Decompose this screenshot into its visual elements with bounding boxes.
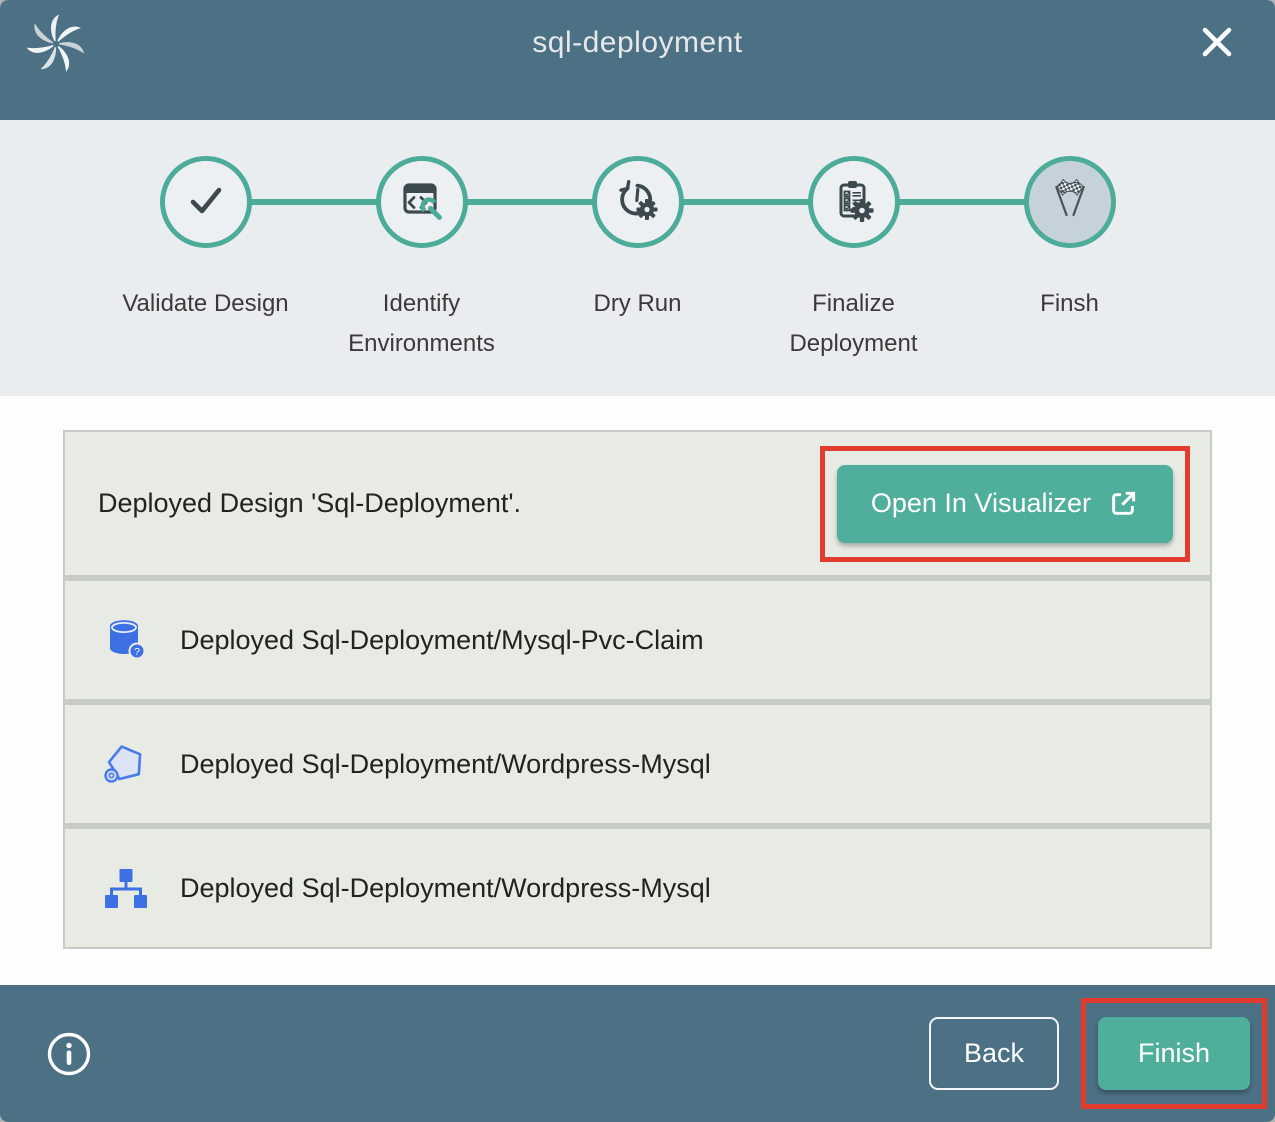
dry-run-history-gear-icon	[614, 176, 662, 229]
open-in-visualizer-highlight-box: Open In Visualizer	[820, 446, 1190, 562]
open-in-visualizer-label: Open In Visualizer	[871, 488, 1091, 519]
back-button[interactable]: Back	[929, 1017, 1059, 1090]
clipboard-gear-icon	[830, 176, 878, 229]
svg-text:?: ?	[134, 646, 140, 658]
open-in-visualizer-button[interactable]: Open In Visualizer	[837, 465, 1173, 543]
info-icon[interactable]	[46, 1031, 92, 1077]
meshery-logo	[24, 12, 88, 76]
deployed-design-text: Deployed Design 'Sql-Deployment'.	[98, 488, 521, 519]
close-icon[interactable]	[1197, 22, 1237, 62]
deployed-item-row: ? Deployed Sql-Deployment/Mysql-Pvc-Clai…	[65, 581, 1210, 699]
step-label: Finsh	[1040, 284, 1099, 324]
dialog-header: sql-deployment	[0, 0, 1275, 120]
deployed-design-row: Deployed Design 'Sql-Deployment'. Open I…	[65, 432, 1210, 575]
database-icon: ?	[102, 616, 150, 664]
step-circle-dry-run[interactable]	[592, 156, 684, 248]
check-icon	[182, 176, 230, 229]
step-dry-run: Dry Run	[530, 156, 746, 364]
footer-actions: Back Finish	[929, 998, 1267, 1109]
step-circle-validate-design[interactable]	[160, 156, 252, 248]
external-link-icon	[1107, 488, 1139, 520]
hierarchy-icon	[102, 864, 150, 912]
step-finalize-deployment: Finalize Deployment	[746, 156, 962, 364]
step-identify-environments: Identify Environments	[314, 156, 530, 364]
code-config-icon	[398, 176, 446, 229]
finish-label: Finish	[1138, 1038, 1210, 1069]
deployed-item-row: Deployed Sql-Deployment/Wordpress-Mysql	[65, 705, 1210, 823]
pentagon-icon	[102, 740, 150, 788]
dialog-title: sql-deployment	[532, 26, 742, 60]
deployed-item-text: Deployed Sql-Deployment/Wordpress-Mysql	[180, 749, 711, 780]
step-circle-finalize-deployment[interactable]	[808, 156, 900, 248]
deployed-item-text: Deployed Sql-Deployment/Mysql-Pvc-Claim	[180, 625, 704, 656]
results-panel: Deployed Design 'Sql-Deployment'. Open I…	[63, 430, 1212, 949]
deployment-wizard-dialog: sql-deployment Validate Design	[0, 0, 1275, 1122]
finish-flags-icon	[1046, 176, 1094, 229]
deployed-item-text: Deployed Sql-Deployment/Wordpress-Mysql	[180, 873, 711, 904]
step-label: Finalize Deployment	[768, 284, 940, 364]
back-label: Back	[964, 1038, 1024, 1068]
finish-highlight-box: Finish	[1081, 998, 1267, 1109]
dialog-footer: Back Finish	[0, 985, 1275, 1122]
step-label: Dry Run	[593, 284, 681, 324]
step-circle-finish[interactable]	[1024, 156, 1116, 248]
results-content: Deployed Design 'Sql-Deployment'. Open I…	[0, 396, 1275, 985]
step-circle-identify-environments[interactable]	[376, 156, 468, 248]
step-finish: Finsh	[962, 156, 1178, 364]
step-validate-design: Validate Design	[98, 156, 314, 364]
step-label: Validate Design	[122, 284, 288, 324]
finish-button[interactable]: Finish	[1098, 1017, 1250, 1090]
stepper: Validate Design Identify Environment	[0, 120, 1275, 396]
step-label: Identify Environments	[336, 284, 508, 364]
deployed-item-row: Deployed Sql-Deployment/Wordpress-Mysql	[65, 829, 1210, 947]
